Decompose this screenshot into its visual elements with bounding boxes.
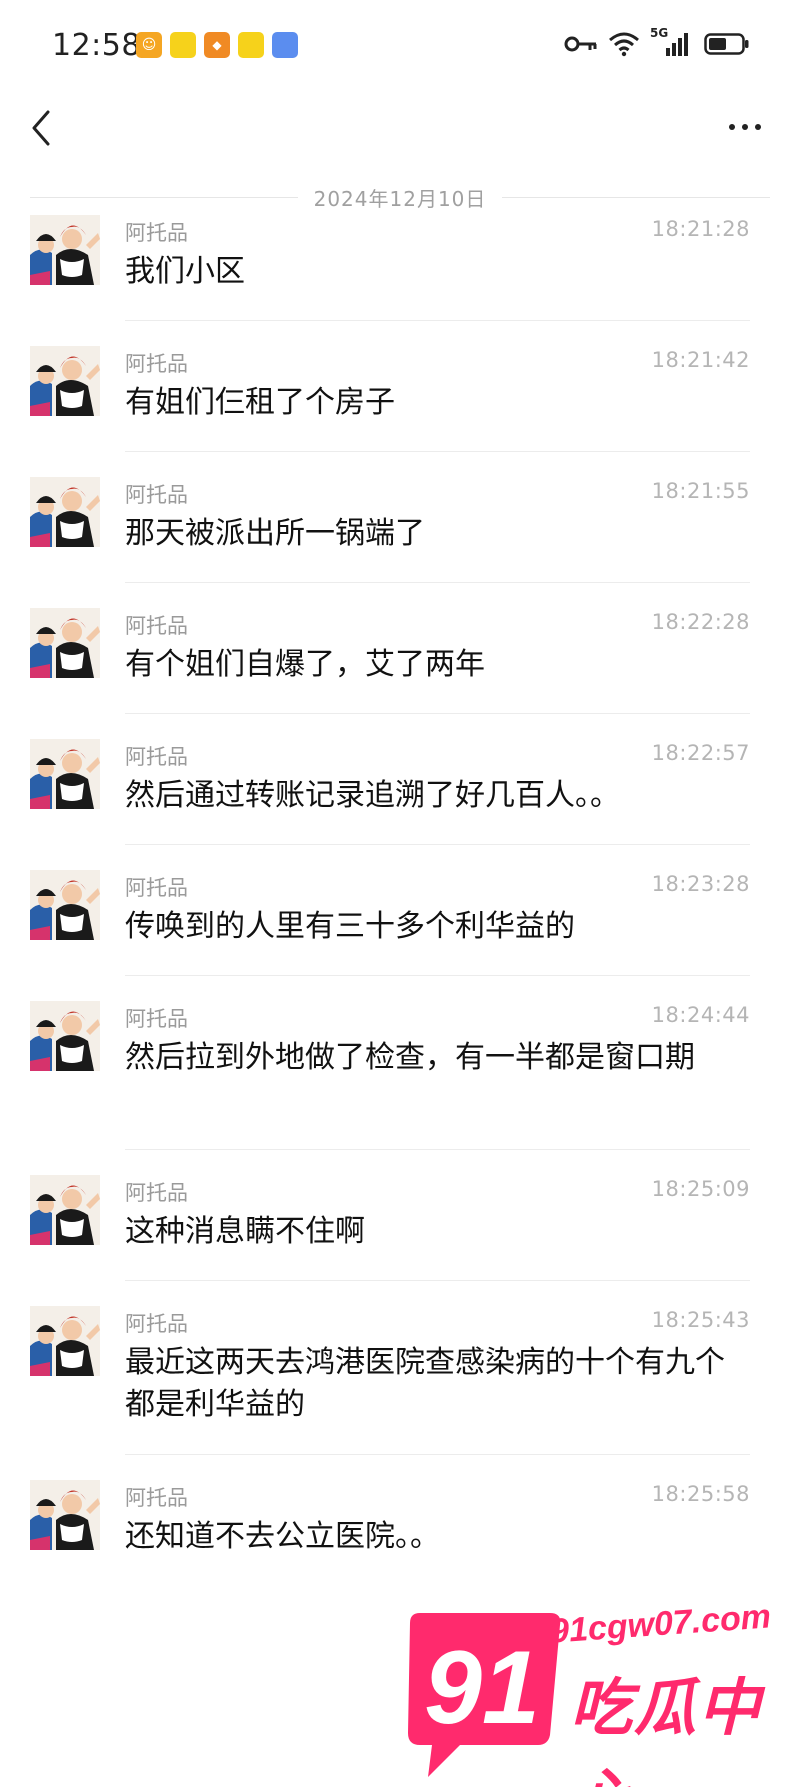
chat-screen: 12:58 ☺ ◆ 5G 2024年12月10日 阿托品 18:21:28 我们… [0, 0, 800, 1787]
date-divider: 2024年12月10日 [30, 182, 771, 212]
message-row[interactable]: 阿托品 18:21:42 有姐们仨租了个房子 [0, 346, 800, 477]
battery-icon [704, 33, 749, 55]
status-time: 12:58 [52, 28, 141, 63]
meituan-icon [238, 32, 264, 58]
avatar[interactable] [30, 1001, 100, 1071]
message-row[interactable]: 阿托品 18:21:55 那天被派出所一锅端了 [0, 477, 800, 608]
message-separator [125, 975, 750, 976]
message-separator [125, 844, 750, 845]
sender-name: 阿托品 [125, 614, 188, 638]
avatar[interactable] [30, 1480, 100, 1550]
nav-bar [0, 92, 800, 164]
date-label: 2024年12月10日 [313, 186, 487, 211]
back-button[interactable] [22, 106, 62, 150]
watermark: 91 91cgw07.com 吃瓜中心 [390, 1585, 800, 1787]
message-separator [125, 451, 750, 452]
meituan-icon [170, 32, 196, 58]
sender-name: 阿托品 [125, 1312, 188, 1336]
watermark-number: 91 [424, 1630, 540, 1746]
message-separator [125, 582, 750, 583]
message-timestamp: 18:22:57 [651, 741, 750, 765]
sender-name: 阿托品 [125, 1486, 188, 1510]
message-text[interactable]: 传唤到的人里有三十多个利华益的 [125, 906, 745, 948]
message-timestamp: 18:25:58 [651, 1482, 750, 1506]
sender-name: 阿托品 [125, 483, 188, 507]
message-text[interactable]: 有姐们仨租了个房子 [125, 382, 745, 424]
message-timestamp: 18:21:55 [651, 479, 750, 503]
more-button[interactable] [720, 112, 770, 142]
message-text[interactable]: 那天被派出所一锅端了 [125, 513, 745, 555]
message-timestamp: 18:24:44 [651, 1003, 750, 1027]
message-separator [125, 320, 750, 321]
message-row[interactable]: 阿托品 18:22:28 有个姐们自爆了，艾了两年 [0, 608, 800, 739]
wifi-icon [609, 32, 639, 57]
message-timestamp: 18:21:42 [651, 348, 750, 372]
message-text[interactable]: 这种消息瞒不住啊 [125, 1211, 745, 1253]
vpn-key-icon [564, 36, 597, 52]
orange-app-icon: ☺ [136, 32, 162, 58]
watermark-name: 吃瓜中心 [570, 1671, 763, 1787]
sender-name: 阿托品 [125, 745, 188, 769]
cellular-signal-icon: 5G [650, 26, 694, 58]
message-separator [125, 713, 750, 714]
sender-name: 阿托品 [125, 352, 188, 376]
avatar[interactable] [30, 739, 100, 809]
message-text[interactable]: 有个姐们自爆了，艾了两年 [125, 644, 745, 686]
blue-app-icon [272, 32, 298, 58]
system-icons: 5G [564, 26, 750, 58]
message-text[interactable]: 最近这两天去鸿港医院查感染病的十个有九个都是利华益的 [125, 1342, 745, 1426]
message-text[interactable]: 还知道不去公立医院。。 [125, 1516, 745, 1558]
message-separator [125, 1280, 750, 1281]
message-text[interactable]: 然后拉到外地做了检查，有一半都是窗口期 [125, 1037, 745, 1079]
message-timestamp: 18:25:09 [651, 1177, 750, 1201]
message-row[interactable]: 阿托品 18:25:58 还知道不去公立医院。。 [0, 1480, 800, 1611]
avatar[interactable] [30, 477, 100, 547]
message-row[interactable]: 阿托品 18:23:28 传唤到的人里有三十多个利华益的 [0, 870, 800, 1001]
sender-name: 阿托品 [125, 876, 188, 900]
message-timestamp: 18:25:43 [651, 1308, 750, 1332]
message-timestamp: 18:21:28 [651, 217, 750, 241]
avatar[interactable] [30, 870, 100, 940]
message-row[interactable]: 阿托品 18:25:09 这种消息瞒不住啊 [0, 1175, 800, 1306]
message-separator [125, 1454, 750, 1455]
status-bar: 12:58 ☺ ◆ 5G [0, 0, 800, 92]
message-text[interactable]: 然后通过转账记录追溯了好几百人。。 [125, 775, 745, 817]
message-timestamp: 18:22:28 [651, 610, 750, 634]
avatar[interactable] [30, 1306, 100, 1376]
notification-icons: ☺ ◆ [136, 32, 298, 58]
message-separator [125, 1149, 750, 1150]
avatar[interactable] [30, 608, 100, 678]
message-row[interactable]: 阿托品 18:22:57 然后通过转账记录追溯了好几百人。。 [0, 739, 800, 870]
avatar[interactable] [30, 215, 100, 285]
message-timestamp: 18:23:28 [651, 872, 750, 896]
sender-name: 阿托品 [125, 1007, 188, 1031]
message-row[interactable]: 阿托品 18:25:43 最近这两天去鸿港医院查感染病的十个有九个都是利华益的 [0, 1306, 800, 1480]
message-row[interactable]: 阿托品 18:21:28 我们小区 [0, 215, 800, 346]
chevron-left-icon [32, 110, 50, 146]
message-row[interactable]: 阿托品 18:24:44 然后拉到外地做了检查，有一半都是窗口期 [0, 1001, 800, 1175]
watermark-logo: 91 [408, 1613, 561, 1777]
more-dots-icon [729, 124, 735, 130]
message-text[interactable]: 我们小区 [125, 251, 745, 293]
sender-name: 阿托品 [125, 1181, 188, 1205]
sender-name: 阿托品 [125, 221, 188, 245]
avatar[interactable] [30, 346, 100, 416]
game-app-icon: ◆ [204, 32, 230, 58]
avatar[interactable] [30, 1175, 100, 1245]
